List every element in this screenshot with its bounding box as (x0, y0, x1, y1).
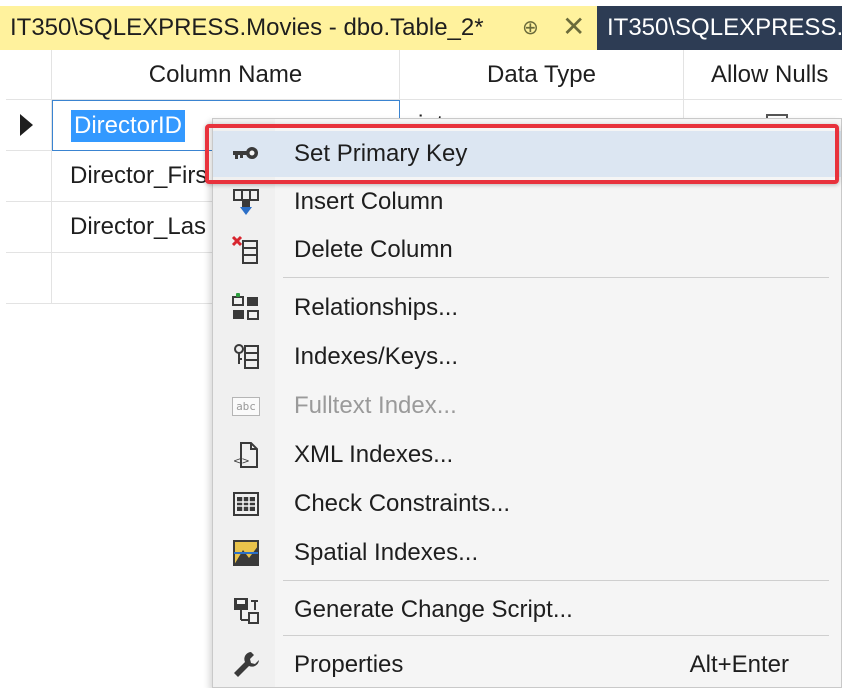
primary-key-icon (231, 139, 261, 169)
menu-item-generate-change-script[interactable]: Generate Change Script... (213, 587, 841, 633)
menu-item-label: Indexes/Keys... (294, 343, 459, 370)
row-selector[interactable] (6, 151, 52, 202)
svg-text:<>: <> (233, 456, 250, 467)
indexes-keys-icon (231, 342, 261, 372)
menu-item-fulltext-index: abc Fulltext Index... (213, 383, 841, 429)
menu-separator (283, 580, 829, 581)
menu-item-relationships[interactable]: Relationships... (213, 285, 841, 331)
fulltext-index-icon: abc (231, 391, 261, 421)
xml-indexes-icon: <> (231, 440, 261, 470)
close-icon[interactable]: ✕ (562, 10, 585, 43)
menu-item-set-primary-key[interactable]: Set Primary Key (213, 131, 841, 177)
fulltext-icon-text: abc (232, 396, 260, 416)
menu-item-xml-indexes[interactable]: <> XML Indexes... (213, 432, 841, 478)
spatial-indexes-icon (231, 538, 261, 568)
menu-item-label: Generate Change Script... (294, 596, 573, 623)
menu-item-check-constraints[interactable]: Check Constraints... (213, 481, 841, 527)
row-selector[interactable] (6, 253, 52, 304)
generate-script-icon (231, 595, 261, 625)
menu-item-label: Check Constraints... (294, 490, 511, 517)
tab-title: IT350\SQLEXPRESS.M (607, 14, 842, 41)
row-selector[interactable] (6, 202, 52, 253)
current-row-arrow-icon (20, 114, 33, 136)
column-name-header: Column Name (52, 50, 400, 100)
menu-separator (283, 277, 829, 278)
row-selector-header (6, 50, 52, 100)
pin-icon[interactable]: ⊕ (522, 15, 539, 40)
context-menu: Set Primary Key Insert Column Delete Col… (212, 118, 842, 688)
allow-nulls-header: Allow Nulls (684, 50, 842, 100)
menu-item-delete-column[interactable]: Delete Column (213, 227, 841, 273)
menu-separator (283, 635, 829, 636)
menu-item-label: Set Primary Key (294, 140, 468, 167)
menu-item-label: Insert Column (294, 188, 444, 215)
menu-item-label: XML Indexes... (294, 441, 454, 468)
column-name-value[interactable]: DirectorID (71, 109, 186, 142)
document-tab-strip: IT350\SQLEXPRESS.Movies - dbo.Table_2* ⊕… (0, 0, 842, 50)
menu-item-properties[interactable]: Properties Alt+Enter (213, 642, 841, 688)
menu-item-insert-column[interactable]: Insert Column (213, 179, 841, 225)
data-type-header: Data Type (400, 50, 684, 100)
relationships-icon (231, 293, 261, 323)
row-selector[interactable] (6, 100, 52, 151)
check-constraints-icon (231, 489, 261, 519)
delete-column-icon (231, 235, 261, 265)
menu-item-label: Properties (294, 651, 404, 678)
menu-item-label: Relationships... (294, 294, 459, 321)
menu-item-spatial-indexes[interactable]: Spatial Indexes... (213, 530, 841, 576)
tab-title: IT350\SQLEXPRESS.Movies - dbo.Table_2* (10, 14, 484, 41)
properties-icon (231, 650, 261, 680)
tab-other-document[interactable]: IT350\SQLEXPRESS.M (597, 6, 842, 50)
menu-item-label: Spatial Indexes... (294, 539, 479, 566)
menu-item-indexes-keys[interactable]: Indexes/Keys... (213, 334, 841, 380)
insert-column-icon (231, 187, 261, 217)
menu-item-label: Delete Column (294, 236, 453, 263)
menu-item-label: Fulltext Index... (294, 392, 457, 419)
menu-item-shortcut: Alt+Enter (689, 651, 789, 678)
tab-table-designer[interactable]: IT350\SQLEXPRESS.Movies - dbo.Table_2* ⊕… (0, 6, 597, 50)
